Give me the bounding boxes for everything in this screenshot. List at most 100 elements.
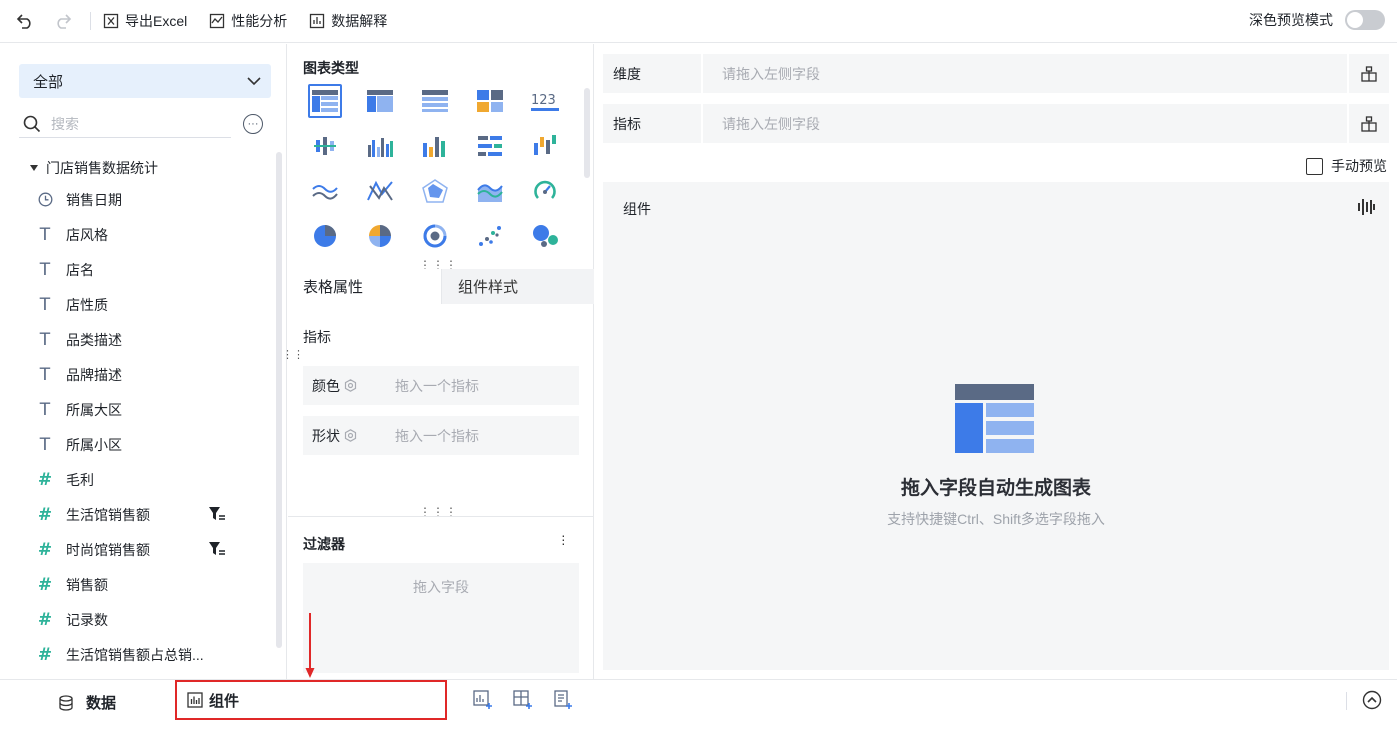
area-chart-icon[interactable] bbox=[473, 174, 507, 208]
field-item[interactable]: # 记录数 bbox=[36, 602, 276, 637]
field-item[interactable]: # 生活馆销售额 bbox=[36, 497, 276, 532]
gear-icon[interactable] bbox=[344, 429, 357, 442]
number-type-icon: # bbox=[37, 504, 53, 525]
field-label: 品类描述 bbox=[66, 331, 122, 348]
dark-preview-toggle[interactable] bbox=[1345, 10, 1385, 30]
undo-icon[interactable] bbox=[14, 10, 36, 32]
multi-column-icon[interactable] bbox=[363, 129, 397, 163]
tab-component-style[interactable]: 组件样式 bbox=[441, 269, 594, 304]
dark-preview-label: 深色预览模式 bbox=[1249, 12, 1333, 28]
field-item[interactable]: T 所属小区 bbox=[36, 427, 276, 462]
column-chart-icon[interactable] bbox=[418, 129, 452, 163]
add-report-icon[interactable] bbox=[553, 690, 573, 710]
export-excel-button[interactable]: 导出Excel bbox=[103, 11, 187, 31]
field-item[interactable]: T 所属大区 bbox=[36, 392, 276, 427]
chart-type-scrollbar[interactable] bbox=[584, 88, 590, 178]
add-component-icon[interactable] bbox=[473, 690, 493, 710]
manual-preview-checkbox[interactable]: 手动预览 bbox=[1306, 156, 1387, 176]
pie-chart-icon[interactable] bbox=[308, 219, 342, 253]
data-explain-label: 数据解释 bbox=[331, 13, 388, 29]
dark-preview-control: 深色预览模式 bbox=[1249, 10, 1385, 30]
field-label: 品牌描述 bbox=[66, 366, 122, 383]
chevron-up-circle-icon[interactable] bbox=[1362, 690, 1382, 710]
data-explain-button[interactable]: 数据解释 bbox=[309, 11, 387, 31]
data-tab[interactable]: 数据 bbox=[58, 692, 116, 713]
chart-bars-icon[interactable] bbox=[1357, 198, 1375, 216]
checkbox-box[interactable] bbox=[1306, 157, 1323, 175]
radar-chart-icon[interactable] bbox=[418, 174, 452, 208]
multi-pie-icon[interactable] bbox=[363, 219, 397, 253]
text-type-icon: T bbox=[39, 434, 51, 455]
text-type-icon: T bbox=[39, 294, 51, 315]
hierarchy-icon[interactable] bbox=[1349, 104, 1389, 143]
add-dashboard-icon[interactable] bbox=[513, 690, 533, 710]
field-item[interactable]: T 品类描述 bbox=[36, 322, 276, 357]
dimension-drop-zone[interactable]: 请拖入左侧字段 bbox=[703, 54, 1347, 93]
field-item[interactable]: T 店性质 bbox=[36, 287, 276, 322]
database-icon bbox=[59, 694, 73, 711]
dimension-row: 维度 请拖入左侧字段 bbox=[603, 54, 1389, 93]
grouped-column-icon[interactable] bbox=[308, 129, 342, 163]
field-item[interactable]: # 销售额 bbox=[36, 567, 276, 602]
pivot-table-icon[interactable] bbox=[363, 84, 397, 118]
top-toolbar: 导出Excel 性能分析 数据解释 深色预览模式 bbox=[0, 0, 1397, 43]
field-item[interactable]: # 毛利 bbox=[36, 462, 276, 497]
more-vertical-icon[interactable]: · · · bbox=[561, 528, 566, 550]
field-label: 店性质 bbox=[66, 296, 108, 313]
panel-resize-handle[interactable]: ⋮⋮⋮ bbox=[419, 506, 458, 518]
radar-line-icon[interactable] bbox=[363, 174, 397, 208]
performance-icon bbox=[210, 13, 225, 29]
range-column-icon[interactable] bbox=[528, 129, 562, 163]
gauge-chart-icon[interactable] bbox=[528, 174, 562, 208]
field-item[interactable]: # 时尚馆销售额 bbox=[36, 532, 276, 567]
expand-triangle-icon[interactable] bbox=[30, 165, 38, 171]
filter-icon[interactable] bbox=[208, 541, 226, 557]
text-type-icon: T bbox=[39, 329, 51, 350]
field-item[interactable]: # 生活馆销售额占总销... bbox=[36, 637, 276, 672]
dataset-select[interactable]: 全部 bbox=[19, 64, 271, 98]
chart-type-grid: 123 bbox=[308, 84, 568, 253]
field-item[interactable]: T 品牌描述 bbox=[36, 357, 276, 392]
bubble-chart-icon[interactable] bbox=[528, 219, 562, 253]
field-search-input[interactable]: 搜索 bbox=[19, 110, 231, 138]
search-icon bbox=[23, 115, 41, 132]
bar-chart-icon[interactable] bbox=[473, 129, 507, 163]
filter-drop-zone[interactable]: 拖入字段 bbox=[303, 563, 579, 673]
field-item[interactable]: T 店风格 bbox=[36, 217, 276, 252]
ring-chart-icon[interactable] bbox=[418, 219, 452, 253]
card-layout-icon[interactable] bbox=[473, 84, 507, 118]
field-item[interactable]: T 店名 bbox=[36, 252, 276, 287]
annotation-arrow-icon bbox=[305, 613, 315, 678]
scatter-chart-icon[interactable] bbox=[473, 219, 507, 253]
more-options-icon[interactable]: ··· bbox=[243, 114, 263, 134]
component-tab[interactable]: 组件 bbox=[175, 680, 447, 720]
shape-drop-zone[interactable]: 形状 拖入一个指标 bbox=[303, 416, 579, 455]
component-canvas[interactable]: 组件 拖入字段自动生成图表 支持快捷键Ctrl、Shift多选字段拖入 bbox=[603, 182, 1389, 670]
table-chart-icon[interactable] bbox=[308, 84, 342, 118]
kpi-number-icon[interactable]: 123 bbox=[528, 84, 562, 118]
filter-icon[interactable] bbox=[208, 506, 226, 522]
number-type-icon: # bbox=[37, 539, 53, 560]
tab-table-properties[interactable]: 表格属性 bbox=[288, 269, 441, 304]
text-type-icon: T bbox=[39, 224, 51, 245]
left-scrollbar[interactable] bbox=[276, 152, 282, 648]
text-type-icon: T bbox=[39, 259, 51, 280]
color-label-wrap: 颜色 bbox=[303, 376, 395, 396]
redo-icon[interactable] bbox=[52, 10, 74, 32]
component-tab-label: 组件 bbox=[209, 692, 240, 710]
filter-section: 过滤器 · · · 拖入字段 bbox=[288, 516, 594, 679]
detail-table-icon[interactable] bbox=[418, 84, 452, 118]
panel-resize-handle[interactable]: ⋮⋮⋮ bbox=[419, 259, 458, 271]
chevron-down-icon bbox=[247, 76, 261, 85]
gear-icon[interactable] bbox=[344, 379, 357, 392]
field-item[interactable]: 销售日期 bbox=[36, 182, 276, 217]
color-drop-zone[interactable]: 颜色 拖入一个指标 bbox=[303, 366, 579, 405]
performance-analysis-button[interactable]: 性能分析 bbox=[209, 11, 287, 31]
hierarchy-icon[interactable] bbox=[1349, 54, 1389, 93]
line-chart-icon[interactable] bbox=[308, 174, 342, 208]
app-window: 导出Excel 性能分析 数据解释 深色预览模式 全部 搜索 ··· 门店销售数… bbox=[0, 0, 1397, 729]
metric-drop-zone[interactable]: 请拖入左侧字段 bbox=[703, 104, 1347, 143]
tree-root-node[interactable]: 门店销售数据统计 bbox=[30, 158, 158, 178]
record-count-icon: # bbox=[37, 609, 53, 630]
bottom-tab-bar: 数据 组件 bbox=[0, 679, 1397, 729]
